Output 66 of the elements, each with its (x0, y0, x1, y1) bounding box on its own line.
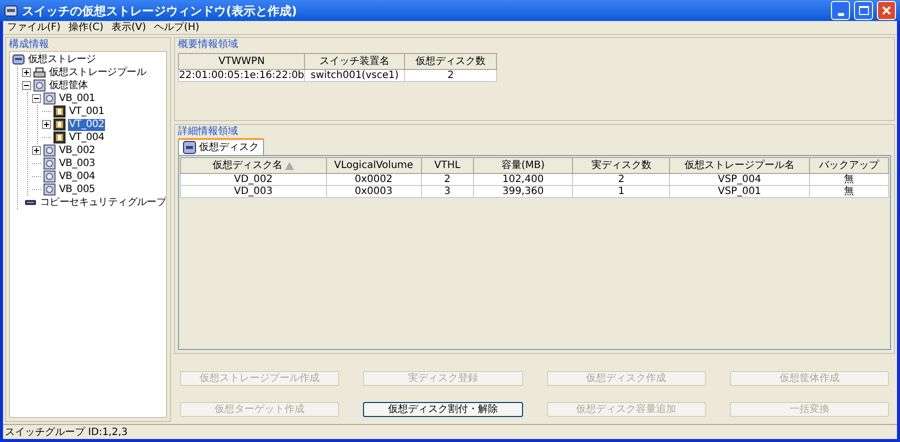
column-header[interactable]: 仮想ストレージプール名 (670, 158, 810, 174)
tab[interactable]: 仮想ディスク (178, 138, 264, 155)
minimize-button[interactable] (831, 1, 850, 20)
table-cell: VSP_001 (670, 186, 810, 198)
box-icon (43, 157, 56, 170)
action-button[interactable]: 仮想ディスク割付・解除 (363, 402, 522, 417)
tray-icon (33, 66, 46, 79)
table-cell: switch001(vsce1) (304, 70, 405, 82)
column-header[interactable]: スイッチ装置名 (304, 54, 405, 70)
panel-title: 詳細情報領域 (178, 125, 239, 138)
tree-item[interactable]: 仮想ストレージプール (48, 66, 148, 78)
collapse-icon[interactable] (22, 81, 31, 90)
minimize-icon (838, 13, 844, 16)
expand-icon[interactable] (32, 146, 41, 155)
box-icon (43, 144, 56, 157)
column-header[interactable]: バックアップ (809, 158, 888, 174)
column-header[interactable]: 実ディスク数 (572, 158, 670, 174)
tree-item[interactable]: コピーセキュリティグループ (39, 196, 166, 208)
table-cell: 22:01:00:05:1e:16:22:0b (178, 70, 305, 82)
table-cell: 1 (572, 186, 670, 198)
table-cell: 399,360 (473, 186, 573, 198)
status-text: スイッチグループ ID:1,2,3 (4, 426, 129, 440)
box-icon (43, 183, 56, 196)
device-icon (53, 118, 66, 131)
tree-item[interactable]: VT_002 (68, 118, 106, 130)
close-icon (882, 6, 891, 15)
column-header[interactable]: VTHL (421, 158, 474, 174)
table-cell: 2 (404, 70, 497, 82)
tree-item[interactable]: VT_004 (68, 132, 106, 144)
column-header[interactable]: VTWWPN (178, 54, 305, 70)
table-cell: 無 (809, 186, 888, 198)
table-cell: VD_003 (180, 186, 326, 198)
expand-icon[interactable] (42, 120, 51, 129)
tree-item[interactable]: 仮想筐体 (48, 80, 89, 92)
menu-item[interactable]: 表示(V) (107, 20, 150, 35)
device-icon (53, 105, 66, 118)
column-header[interactable]: 仮想ディスク数 (404, 54, 497, 70)
tree-item[interactable]: VB_005 (58, 184, 96, 196)
device-icon (53, 131, 66, 144)
maximize-icon (858, 6, 868, 15)
storage-icon (4, 4, 18, 18)
tree-item[interactable]: VB_003 (58, 158, 96, 170)
tree-item[interactable]: VT_001 (68, 106, 106, 118)
expand-icon[interactable] (22, 68, 31, 77)
panel-title: 概要情報領域 (178, 38, 239, 51)
tree-item[interactable]: VB_004 (58, 170, 96, 182)
window-title: スイッチの仮想ストレージウィンドウ(表示と作成) (22, 2, 298, 20)
column-header[interactable]: 容量(MB) (473, 158, 573, 174)
tree-item[interactable]: VB_002 (58, 144, 96, 156)
box-icon (43, 92, 56, 105)
menu-item[interactable]: ファイル(F) (3, 20, 65, 35)
box-icon (43, 170, 56, 183)
tree-item[interactable]: VB_001 (58, 92, 96, 104)
close-button[interactable] (877, 1, 896, 20)
storage-icon (12, 53, 25, 66)
table-cell: 0x0003 (326, 186, 422, 198)
collapse-icon[interactable] (32, 94, 41, 103)
menu-item[interactable]: ヘルプ(H) (150, 20, 204, 35)
maximize-button[interactable] (854, 1, 873, 20)
tree-item[interactable]: 仮想ストレージ (27, 54, 97, 66)
menu-item[interactable]: 操作(C) (64, 20, 108, 35)
column-header[interactable]: VLogicalVolume (326, 158, 422, 174)
box-icon (33, 79, 46, 92)
table-cell: 3 (421, 186, 474, 198)
column-header[interactable]: 仮想ディスク名 (180, 158, 326, 174)
panel-title: 構成情報 (9, 38, 50, 51)
